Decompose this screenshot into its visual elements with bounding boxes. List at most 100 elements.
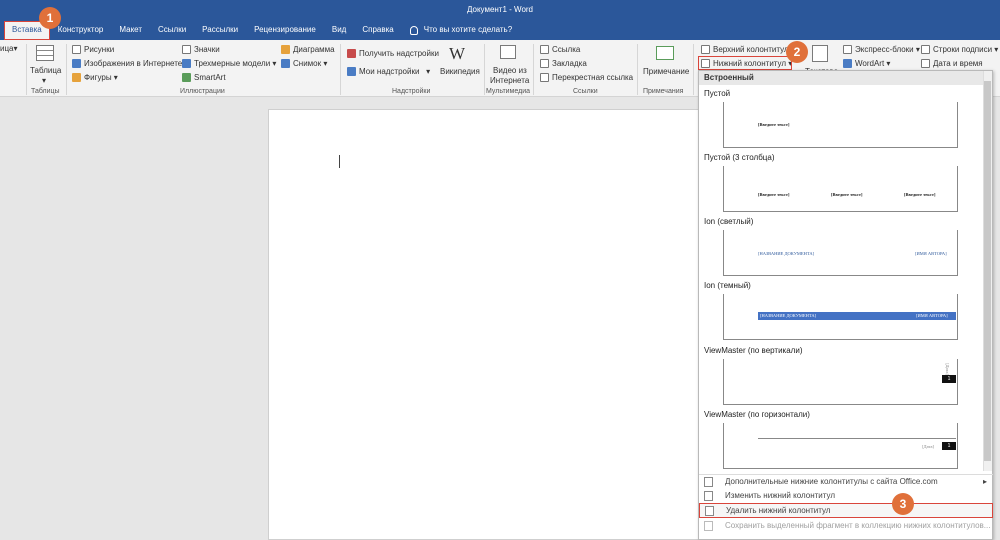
vertical-date-label: [Дата] <box>945 363 950 375</box>
picture-icon <box>72 45 81 54</box>
screenshot-icon <box>281 59 290 68</box>
tab-view[interactable]: Вид <box>324 20 354 40</box>
table-dropdown-icon[interactable]: ▾ <box>42 76 46 85</box>
wikipedia-icon: W <box>449 44 466 63</box>
wordart-icon <box>843 59 852 68</box>
tell-me-text: Что вы хотите сделать? <box>423 25 513 34</box>
document-page[interactable] <box>268 109 762 540</box>
lightbulb-icon <box>409 25 418 35</box>
gallery-item-blank-3col[interactable]: [Введите текст] [Введите текст] [Введите… <box>723 166 958 212</box>
comment-icon <box>656 46 674 60</box>
gallery-item-label: Ion (темный) <box>704 281 751 290</box>
more-footers-item[interactable]: Дополнительные нижние колонтитулы с сайт… <box>699 475 993 488</box>
smartart-icon <box>182 73 191 82</box>
callout-2: 2 <box>786 41 808 63</box>
online-video-button-line2[interactable]: Интернета <box>490 76 529 85</box>
edit-footer-icon <box>704 490 713 501</box>
tab-references[interactable]: Ссылки <box>150 20 194 40</box>
window-title: Документ1 - Word <box>466 5 533 14</box>
calendar-icon <box>921 59 930 68</box>
gallery-item-blank[interactable]: [Введите текст] <box>723 102 958 148</box>
my-addins-button[interactable]: Мои надстройки ▾ <box>347 67 430 76</box>
office-com-icon <box>704 476 713 487</box>
date-time-button[interactable]: Дата и время <box>921 59 983 68</box>
gallery-item-ion-dark[interactable]: [НАЗВАНИЕ ДОКУМЕНТА] [ИМЯ АВТОРА] <box>723 294 958 340</box>
link-button[interactable]: Ссылка <box>540 45 580 54</box>
pictures-button[interactable]: Рисунки <box>72 45 114 54</box>
wikipedia-button[interactable]: Википедия <box>440 67 480 76</box>
signature-line-button[interactable]: Строки подписи ▾ <box>921 45 998 54</box>
signature-icon <box>921 45 930 54</box>
save-selection-item[interactable]: Сохранить выделенный фрагмент в коллекци… <box>699 519 993 532</box>
tab-mailings[interactable]: Рассылки <box>194 20 246 40</box>
placeholder-text: [Введите текст] <box>758 192 790 197</box>
table-icon <box>36 45 54 61</box>
icons-icon <box>182 45 191 54</box>
online-pictures-button[interactable]: Изображения в Интернете <box>72 59 182 68</box>
table-button[interactable]: Таблица <box>30 66 61 75</box>
online-picture-icon <box>72 59 81 68</box>
callout-1: 1 <box>39 7 61 29</box>
placeholder-text: [Введите текст] <box>904 192 936 197</box>
placeholder-doc-title: [НАЗВАНИЕ ДОКУМЕНТА] <box>758 251 815 256</box>
gallery-item-label: ViewMaster (по вертикали) <box>704 346 803 355</box>
gallery-scrollbar[interactable] <box>983 71 992 471</box>
gallery-item-label: Ion (светлый) <box>704 217 754 226</box>
smartart-button[interactable]: SmartArt <box>182 73 226 82</box>
footer-rule <box>758 438 956 439</box>
cross-reference-icon <box>540 73 549 82</box>
callout-3: 3 <box>892 493 914 515</box>
gallery-item-label: ViewMaster (по горизонтали) <box>704 410 810 419</box>
cube-icon <box>182 59 191 68</box>
chart-icon <box>281 45 290 54</box>
footer-gallery: Встроенный Пустой [Введите текст] Пустой… <box>698 70 993 540</box>
header-icon <box>701 45 710 54</box>
online-video-icon <box>500 45 516 59</box>
group-label-addins: Надстройки <box>392 88 431 95</box>
screenshot-button[interactable]: Снимок ▾ <box>281 59 327 68</box>
header-button[interactable]: Верхний колонтитул <box>701 45 789 54</box>
group-label-illustrations: Иллюстрации <box>180 88 225 95</box>
cross-reference-button[interactable]: Перекрестная ссылка <box>540 73 633 82</box>
pages-button[interactable]: ица ▾ <box>0 44 18 53</box>
gallery-item-ion-light[interactable]: [НАЗВАНИЕ ДОКУМЕНТА] [ИМЯ АВТОРА] <box>723 230 958 276</box>
title-bar: Документ1 - Word Вставка Конструктор Мак… <box>0 0 1000 40</box>
icons-button[interactable]: Значки <box>182 45 220 54</box>
placeholder-doc-title: [НАЗВАНИЕ ДОКУМЕНТА] <box>760 313 817 318</box>
quick-parts-icon <box>843 45 852 54</box>
submenu-arrow-icon: ▸ <box>982 477 987 486</box>
chart-button[interactable]: Диаграмма <box>281 45 335 54</box>
online-video-button-line1[interactable]: Видео из <box>493 66 527 75</box>
tab-review[interactable]: Рецензирование <box>246 20 324 40</box>
tell-me-box[interactable]: Что вы хотите сделать? <box>402 20 520 40</box>
placeholder-text: [Введите текст] <box>831 192 863 197</box>
scrollbar-thumb[interactable] <box>984 81 991 461</box>
gallery-item-viewmaster-vertical[interactable]: [Дата] 1 <box>723 359 958 405</box>
bookmark-icon <box>540 59 549 68</box>
comment-button[interactable]: Примечание <box>643 67 689 76</box>
bookmark-button[interactable]: Закладка <box>540 59 587 68</box>
textbox-icon <box>812 45 828 62</box>
group-label-tables: Таблицы <box>31 88 60 95</box>
group-label-comments: Примечания <box>643 88 684 95</box>
edit-footer-item[interactable]: Изменить нижний колонтитул <box>699 489 993 502</box>
quick-parts-button[interactable]: Экспресс-блоки ▾ <box>843 45 920 54</box>
page-number-box: 1 <box>942 442 956 450</box>
footer-button-highlight <box>698 56 792 70</box>
shapes-icon <box>72 73 81 82</box>
remove-footer-item[interactable]: Удалить нижний колонтитул <box>699 503 993 518</box>
shapes-button[interactable]: Фигуры ▾ <box>72 73 118 82</box>
link-icon <box>540 45 549 54</box>
placeholder-author: [ИМЯ АВТОРА] <box>915 251 947 256</box>
save-selection-icon <box>704 520 713 531</box>
get-addins-button[interactable]: Получить надстройки <box>347 49 439 58</box>
group-label-links: Ссылки <box>573 88 598 95</box>
addins-icon <box>347 67 356 76</box>
group-label-media: Мультимедиа <box>486 88 530 95</box>
3d-models-button[interactable]: Трехмерные модели ▾ <box>182 59 276 68</box>
tab-layout[interactable]: Макет <box>111 20 150 40</box>
gallery-item-label: Пустой (3 столбца) <box>704 153 775 162</box>
gallery-item-viewmaster-horizontal[interactable]: [Дата] 1 <box>723 423 958 469</box>
tab-help[interactable]: Справка <box>354 20 401 40</box>
wordart-button[interactable]: WordArt ▾ <box>843 59 890 68</box>
